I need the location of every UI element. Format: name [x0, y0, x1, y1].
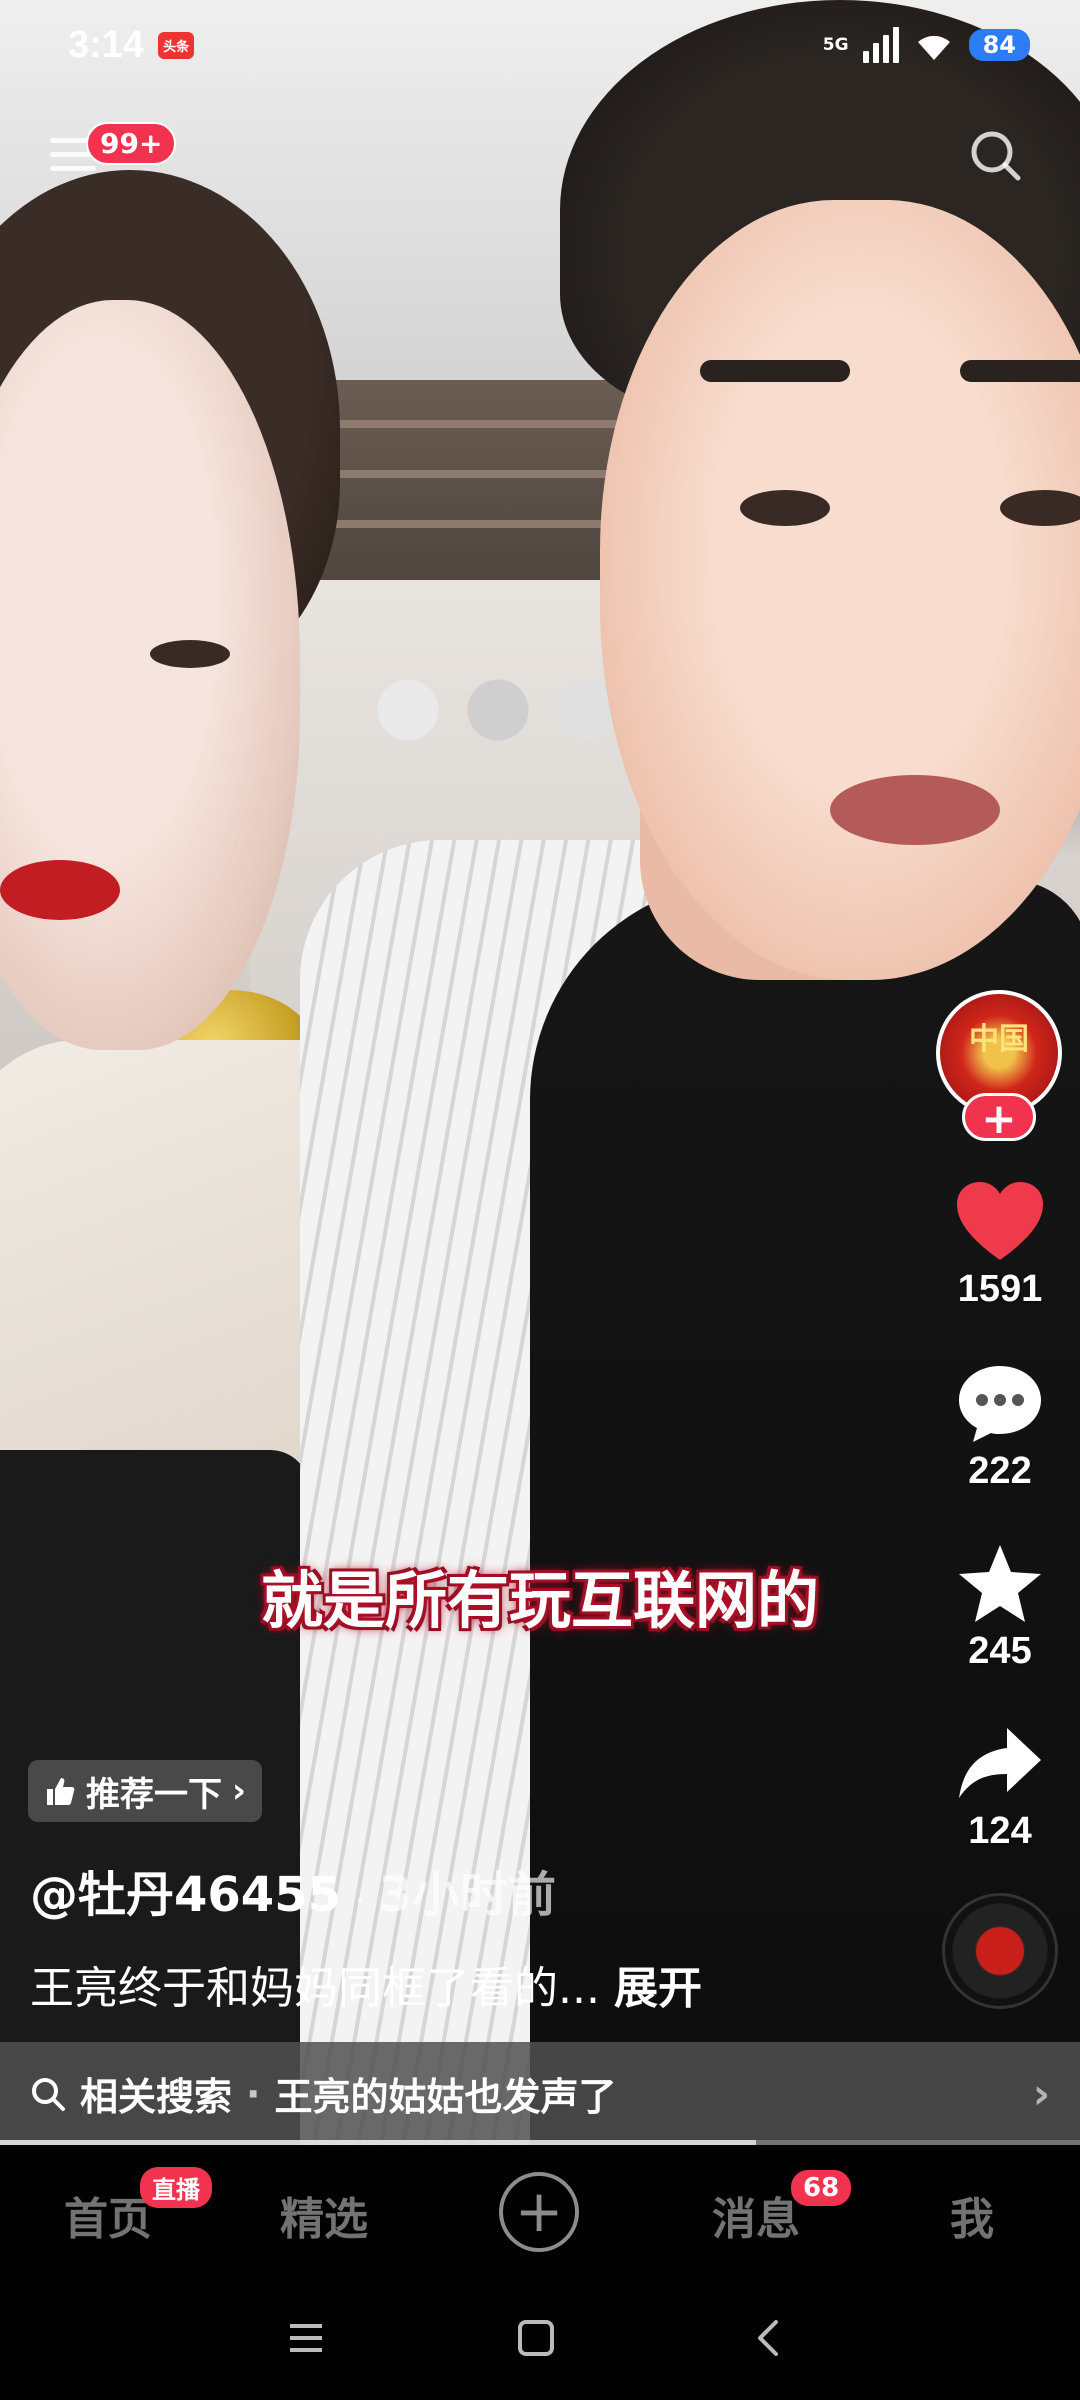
- video-man-eye: [1000, 490, 1080, 526]
- favorite-button[interactable]: 245: [930, 1542, 1070, 1673]
- follow-button[interactable]: +: [962, 1093, 1036, 1142]
- status-time: 3:14: [68, 23, 145, 66]
- star-icon: [959, 1545, 1041, 1622]
- heart-icon: [957, 1182, 1043, 1260]
- related-search-label: 相关搜索: [80, 2075, 233, 2119]
- video-man-face: [600, 200, 1080, 980]
- video-man-brow: [700, 360, 850, 382]
- video-shelf: [290, 380, 650, 580]
- nav-messages[interactable]: 消息: [712, 2183, 800, 2247]
- menu-notification-badge: 99+: [86, 122, 177, 165]
- related-search-bar[interactable]: 相关搜索 · 王亮的姑姑也发声了 ›: [0, 2042, 1080, 2145]
- recommend-button[interactable]: 推荐一下 ›: [28, 1760, 263, 1822]
- search-icon: [32, 2077, 65, 2111]
- menu-icon: [50, 166, 96, 171]
- video-man-mouth: [830, 775, 1000, 845]
- status-bar: 3:14 头条 5G 84: [0, 0, 1080, 90]
- app-notification-badge: 头条: [158, 31, 195, 59]
- messages-badge: 68: [788, 2167, 855, 2209]
- bottom-nav: 首页 直播 精选 + 消息 68 我: [0, 2145, 1080, 2280]
- related-search-query: 王亮的姑姑也发声了: [274, 2075, 617, 2119]
- signal-icon: [862, 27, 899, 63]
- search-button[interactable]: [966, 126, 1026, 186]
- chevron-right-icon: ›: [1032, 2069, 1050, 2118]
- square-icon: [518, 2320, 554, 2356]
- nav-me[interactable]: 我: [950, 2183, 994, 2247]
- network-type: 5G: [822, 35, 849, 55]
- menu-icon: [290, 2324, 322, 2352]
- separator: ·: [355, 1884, 365, 1919]
- video-shelf-line: [300, 420, 640, 428]
- caption-text: 王亮终于和妈妈同框了看的...: [30, 1963, 614, 2014]
- back-button[interactable]: [748, 2318, 788, 2358]
- video-woman-lips: [0, 860, 120, 920]
- separator: ·: [246, 2071, 261, 2116]
- status-icons: 5G 84: [823, 27, 1030, 63]
- battery-indicator: 84: [968, 29, 1030, 61]
- like-count: 1591: [957, 1268, 1043, 1310]
- video-shelf-line: [300, 470, 640, 478]
- music-disc[interactable]: [942, 1893, 1058, 2009]
- expand-button[interactable]: 展开: [614, 1963, 702, 2014]
- video-caption[interactable]: 王亮终于和妈妈同框了看的... 展开: [30, 1952, 702, 2016]
- comment-button[interactable]: 222: [930, 1362, 1070, 1493]
- video-subtitle: 就是所有玩互联网的: [260, 1564, 819, 1637]
- wifi-icon: [917, 35, 950, 60]
- video-man-brow: [960, 360, 1080, 382]
- system-nav-bar: [0, 2280, 1080, 2400]
- like-button[interactable]: 1591: [930, 1180, 1070, 1311]
- back-icon: [758, 2320, 778, 2356]
- thumbs-up-icon: [47, 1778, 75, 1805]
- recent-apps-button[interactable]: [286, 2318, 326, 2358]
- nav-home[interactable]: 首页: [64, 2183, 152, 2247]
- author-row: @牡丹46455 · 3小时前: [30, 1855, 556, 1925]
- chevron-right-icon: ›: [232, 1771, 247, 1811]
- live-badge: 直播: [140, 2167, 212, 2208]
- share-count: 124: [968, 1810, 1032, 1852]
- comment-count: 222: [968, 1450, 1032, 1492]
- video-man-eye: [740, 490, 830, 526]
- share-button[interactable]: 124: [930, 1722, 1070, 1853]
- video-woman-eye: [150, 640, 230, 668]
- post-time: 3小时前: [378, 1867, 556, 1923]
- avatar-label: 中国: [969, 1022, 1029, 1057]
- video-shelf-line: [300, 520, 640, 528]
- video-player[interactable]: [0, 0, 1080, 2145]
- share-icon: [959, 1728, 1041, 1798]
- comment-icon: [959, 1366, 1041, 1442]
- search-icon: [971, 131, 1021, 181]
- favorite-count: 245: [968, 1630, 1032, 1672]
- add-post-button[interactable]: +: [499, 2172, 579, 2252]
- recommend-label: 推荐一下: [86, 1774, 222, 1815]
- author-name[interactable]: @牡丹46455: [30, 1855, 341, 1925]
- home-button[interactable]: [516, 2318, 556, 2358]
- nav-featured[interactable]: 精选: [280, 2183, 368, 2247]
